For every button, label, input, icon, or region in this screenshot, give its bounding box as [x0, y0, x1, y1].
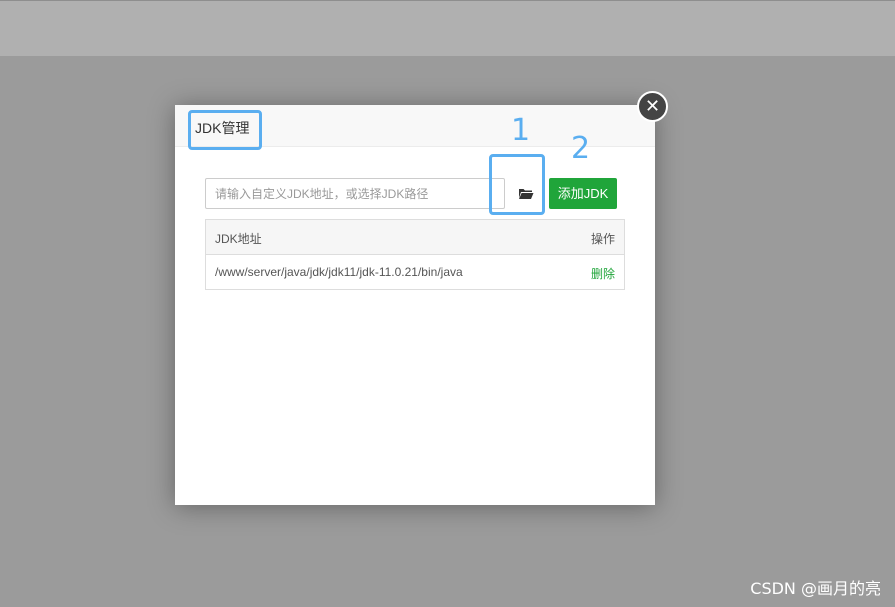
watermark: CSDN @画月的亮 [750, 579, 881, 598]
jdk-path-input[interactable] [205, 178, 505, 209]
title-annotation-box [188, 110, 262, 150]
table-row: /www/server/java/jdk/jdk11/jdk-11.0.21/b… [206, 255, 624, 289]
jdk-management-dialog: JDK管理 1 2 添加JDK JDK地址 操作 /www/server/jav… [175, 105, 655, 505]
jdk-path-cell: /www/server/java/jdk/jdk11/jdk-11.0.21/b… [215, 265, 463, 279]
annotation-number-1: 1 [511, 113, 531, 148]
table-header-row: JDK地址 操作 [206, 220, 624, 255]
top-bar [0, 0, 895, 56]
header-jdk-path: JDK地址 [215, 232, 262, 246]
delete-link[interactable]: 删除 [591, 265, 615, 282]
jdk-table: JDK地址 操作 /www/server/java/jdk/jdk11/jdk-… [205, 219, 625, 290]
close-icon: ✕ [644, 96, 661, 116]
header-actions: 操作 [590, 232, 615, 246]
select-folder-button[interactable] [511, 178, 541, 209]
folder-open-icon [519, 189, 534, 199]
add-jdk-button[interactable]: 添加JDK [549, 178, 617, 209]
close-dialog-button[interactable]: ✕ [637, 91, 668, 122]
annotation-number-2: 2 [571, 131, 591, 166]
